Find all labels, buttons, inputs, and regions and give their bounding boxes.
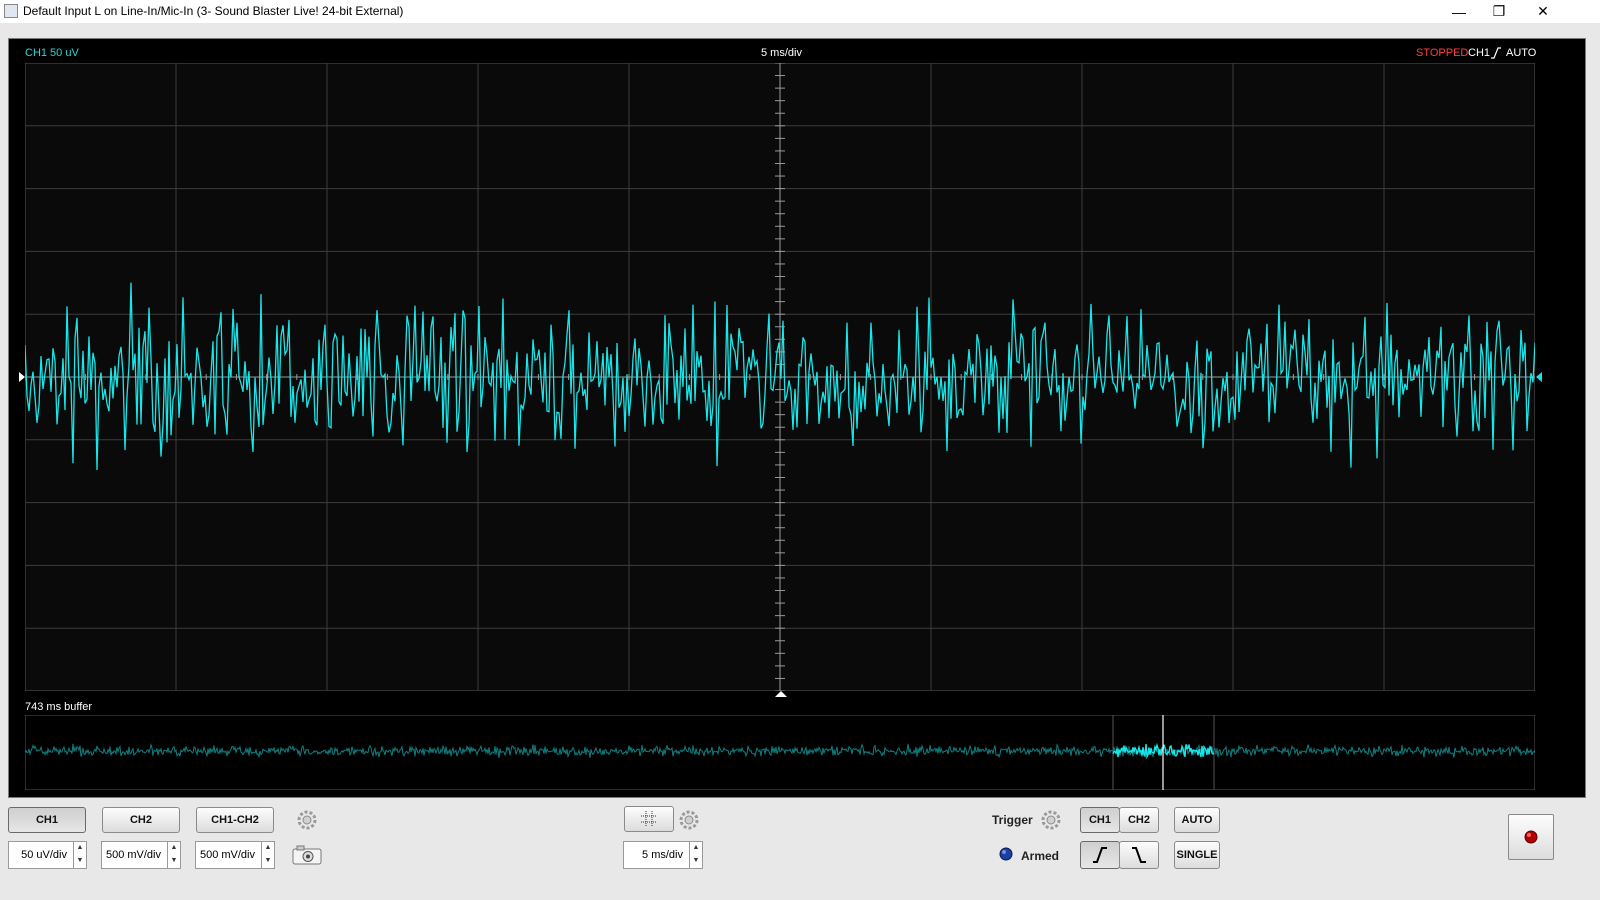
title-bar: Default Input L on Line-In/Mic-In (3- So… — [0, 0, 1600, 23]
display-settings-gear-icon[interactable] — [678, 809, 700, 831]
status-readout: STOPPED — [1416, 47, 1469, 59]
trigger-settings-gear-icon[interactable] — [1040, 809, 1062, 831]
up-arrow-icon[interactable]: ▲ — [262, 842, 274, 855]
up-arrow-icon[interactable]: ▲ — [168, 842, 180, 855]
channel-settings-gear-icon[interactable] — [296, 809, 318, 831]
record-button[interactable] — [1508, 814, 1554, 860]
trigger-level-marker-right[interactable] — [1535, 372, 1543, 382]
trigger-ch2-button[interactable]: CH2 — [1119, 807, 1159, 833]
close-button[interactable]: ✕ — [1520, 0, 1566, 23]
trigger-label: Trigger — [992, 813, 1033, 827]
diff-scale-value[interactable]: 500 mV/div — [196, 849, 261, 861]
ch2-scale-spinner[interactable]: 500 mV/div ▲ ▼ — [101, 841, 181, 869]
ch1-scale-value[interactable]: 50 uV/div — [9, 849, 73, 861]
ch1-button[interactable]: CH1 — [8, 807, 86, 833]
down-arrow-icon[interactable]: ▼ — [168, 855, 180, 868]
grid-icon — [641, 811, 657, 827]
ch2-scale-value[interactable]: 500 mV/div — [102, 849, 167, 861]
ch1-ch2-button[interactable]: CH1-CH2 — [196, 807, 274, 833]
down-arrow-icon[interactable]: ▼ — [690, 855, 702, 868]
camera-icon[interactable] — [292, 845, 322, 865]
record-icon — [1524, 830, 1538, 844]
buffer-label: 743 ms buffer — [25, 701, 93, 713]
trigger-level-marker-left[interactable] — [18, 372, 26, 382]
up-arrow-icon[interactable]: ▲ — [690, 842, 702, 855]
rising-edge-icon — [1093, 847, 1107, 863]
diff-scale-arrows[interactable]: ▲ ▼ — [261, 842, 274, 868]
timebase-readout: 5 ms/div — [761, 47, 802, 59]
diff-scale-spinner[interactable]: 500 mV/div ▲ ▼ — [195, 841, 275, 869]
trigger-channel-readout: CH1 — [1468, 47, 1491, 59]
grid-toggle-button[interactable] — [624, 806, 674, 832]
waveform-plot[interactable] — [25, 63, 1535, 691]
restore-button[interactable]: ❐ — [1476, 0, 1522, 23]
trigger-ch1-button[interactable]: CH1 — [1080, 807, 1120, 833]
timebase-spinner[interactable]: 5 ms/div ▲ ▼ — [623, 841, 703, 869]
timebase-value[interactable]: 5 ms/div — [624, 849, 689, 861]
java-app-icon — [4, 4, 18, 18]
ch2-button[interactable]: CH2 — [102, 807, 180, 833]
ch1-scale-spinner[interactable]: 50 uV/div ▲ ▼ — [8, 841, 87, 869]
up-arrow-icon[interactable]: ▲ — [74, 842, 86, 855]
single-button[interactable]: SINGLE — [1174, 841, 1220, 869]
armed-indicator-icon — [999, 847, 1013, 861]
falling-edge-icon — [1132, 847, 1146, 863]
ch2-scale-arrows[interactable]: ▲ ▼ — [167, 842, 180, 868]
timebase-arrows[interactable]: ▲ ▼ — [689, 842, 702, 868]
trigger-position-marker[interactable] — [775, 690, 787, 698]
rising-edge-button[interactable] — [1080, 841, 1120, 869]
down-arrow-icon[interactable]: ▼ — [74, 855, 86, 868]
ch1-scale-arrows[interactable]: ▲ ▼ — [73, 842, 86, 868]
ch1-scale-readout: CH1 50 uV — [25, 47, 79, 59]
down-arrow-icon[interactable]: ▼ — [262, 855, 274, 868]
window-title: Default Input L on Line-In/Mic-In (3- So… — [23, 4, 404, 18]
falling-edge-button[interactable] — [1119, 841, 1159, 869]
rising-edge-icon — [1491, 47, 1501, 59]
buffer-overview[interactable] — [25, 715, 1535, 790]
armed-label: Armed — [1021, 849, 1060, 863]
auto-button[interactable]: AUTO — [1174, 807, 1220, 833]
trigger-mode-readout: AUTO — [1506, 47, 1537, 59]
